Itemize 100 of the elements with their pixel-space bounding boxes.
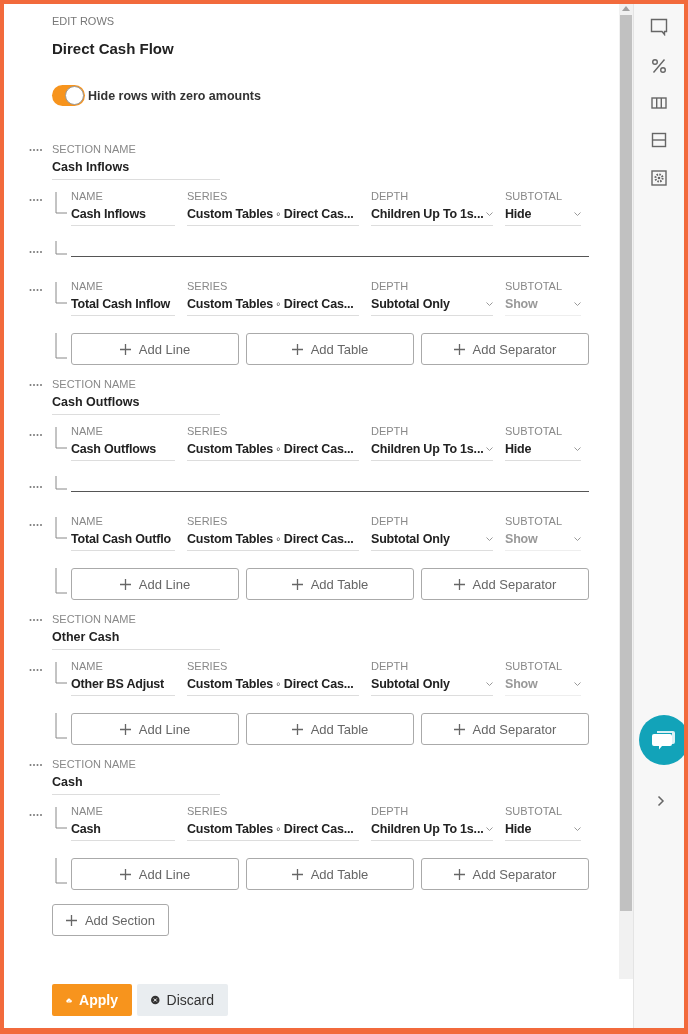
- field-value: Subtotal Only: [371, 676, 450, 693]
- section-name-field[interactable]: SECTION NAME Other Cash: [52, 612, 220, 650]
- plus-icon: [65, 914, 77, 926]
- input-field[interactable]: NAME Cash Inflows: [71, 189, 175, 226]
- comment-icon[interactable]: [650, 18, 668, 36]
- scrollbar[interactable]: [619, 4, 633, 979]
- panel-title: Direct Cash Flow: [52, 39, 174, 59]
- caret-icon: [486, 211, 493, 217]
- drag-handle-icon[interactable]: [29, 763, 43, 767]
- caret-icon: [486, 536, 493, 542]
- toggle-label: Hide rows with zero amounts: [88, 88, 261, 103]
- chevron-right-icon[interactable]: [657, 795, 665, 807]
- field-label: NAME: [71, 659, 104, 674]
- input-field[interactable]: NAME Cash: [71, 804, 175, 841]
- rows-icon[interactable]: [651, 132, 667, 148]
- toggle-switch[interactable]: [52, 85, 85, 106]
- input-field[interactable]: NAME Total Cash Outflo: [71, 514, 175, 551]
- drag-handle-icon[interactable]: [29, 618, 43, 622]
- drag-handle-icon[interactable]: [29, 250, 43, 254]
- dropdown-field[interactable]: SUBTOTAL Hide: [505, 424, 581, 461]
- input-field[interactable]: SERIES Custom Tables ◦ Direct Cas...: [187, 514, 359, 551]
- dropdown-field[interactable]: DEPTH Children Up To 1s...: [371, 424, 493, 461]
- field-label: SERIES: [187, 424, 229, 439]
- dropdown-field[interactable]: DEPTH Subtotal Only: [371, 514, 493, 551]
- field-label: DEPTH: [371, 659, 410, 674]
- scroll-up-arrow-icon[interactable]: [622, 6, 630, 11]
- dropdown-field[interactable]: SUBTOTAL Hide: [505, 189, 581, 226]
- field-label: DEPTH: [371, 514, 410, 529]
- drag-handle-icon[interactable]: [29, 485, 43, 489]
- drag-handle-icon[interactable]: [29, 198, 43, 202]
- dropdown-field[interactable]: DEPTH Subtotal Only: [371, 279, 493, 316]
- field-label: SECTION NAME: [52, 612, 137, 627]
- field-label: SUBTOTAL: [505, 659, 564, 674]
- add-button[interactable]: Add Separator: [421, 333, 589, 365]
- plus-icon: [119, 723, 131, 735]
- section-name-field[interactable]: SECTION NAME Cash Outflows: [52, 377, 220, 415]
- input-field[interactable]: NAME Other BS Adjust: [71, 659, 175, 696]
- input-field[interactable]: NAME Cash Outflows: [71, 424, 175, 461]
- tree-connector: [55, 807, 67, 829]
- field-value: Cash: [71, 821, 101, 838]
- discard-button[interactable]: Discard: [137, 984, 228, 1016]
- field-value: Total Cash Outflo: [71, 531, 171, 548]
- input-field[interactable]: NAME Total Cash Inflow: [71, 279, 175, 316]
- gear-icon[interactable]: [651, 170, 667, 186]
- caret-icon: [486, 301, 493, 307]
- percent-icon[interactable]: [651, 58, 667, 74]
- add-button[interactable]: Add Table: [246, 858, 414, 890]
- input-field[interactable]: SERIES Custom Tables ◦ Direct Cas...: [187, 804, 359, 841]
- field-value: Cash Outflows: [52, 394, 141, 411]
- field-value: Children Up To 1s...: [371, 206, 484, 223]
- drag-handle-icon[interactable]: [29, 813, 43, 817]
- drag-handle-icon[interactable]: [29, 383, 43, 387]
- close-icon: [151, 993, 160, 1007]
- add-button[interactable]: Add Separator: [421, 713, 589, 745]
- add-button[interactable]: Add Separator: [421, 568, 589, 600]
- add-button[interactable]: Add Line: [71, 713, 239, 745]
- chat-button[interactable]: [639, 715, 684, 765]
- input-field[interactable]: SERIES Custom Tables ◦ Direct Cas...: [187, 279, 359, 316]
- section-name-field[interactable]: SECTION NAME Cash Inflows: [52, 142, 220, 180]
- drag-handle-icon[interactable]: [29, 148, 43, 152]
- dropdown-field[interactable]: SUBTOTAL Hide: [505, 804, 581, 841]
- dropdown-field[interactable]: DEPTH Children Up To 1s...: [371, 189, 493, 226]
- field-label: DEPTH: [371, 279, 410, 294]
- field-value: Total Cash Inflow: [71, 296, 171, 313]
- add-button[interactable]: Add Table: [246, 713, 414, 745]
- add-button[interactable]: Add Line: [71, 858, 239, 890]
- add-button[interactable]: Add Separator: [421, 858, 589, 890]
- caret-icon: [574, 826, 581, 832]
- add-section-button[interactable]: Add Section: [52, 904, 169, 936]
- input-field[interactable]: SERIES Custom Tables ◦ Direct Cas...: [187, 424, 359, 461]
- plus-icon: [453, 723, 465, 735]
- field-value: Custom Tables ◦ Direct Cas...: [187, 206, 354, 223]
- field-value: Cash Inflows: [71, 206, 146, 223]
- drag-handle-icon[interactable]: [29, 288, 43, 292]
- dropdown-field[interactable]: DEPTH Subtotal Only: [371, 659, 493, 696]
- drag-handle-icon[interactable]: [29, 668, 43, 672]
- dropdown-field[interactable]: DEPTH Children Up To 1s...: [371, 804, 493, 841]
- tree-connector: [55, 241, 67, 255]
- add-button[interactable]: Add Table: [246, 333, 414, 365]
- add-button[interactable]: Add Line: [71, 568, 239, 600]
- add-button[interactable]: Add Table: [246, 568, 414, 600]
- separator-line[interactable]: [71, 490, 589, 492]
- section-name-field[interactable]: SECTION NAME Cash: [52, 757, 220, 795]
- input-field[interactable]: SERIES Custom Tables ◦ Direct Cas...: [187, 659, 359, 696]
- field-label: SUBTOTAL: [505, 279, 564, 294]
- drag-handle-icon[interactable]: [29, 523, 43, 527]
- columns-icon[interactable]: [651, 96, 667, 110]
- field-value: Show: [505, 296, 538, 313]
- field-value: Show: [505, 676, 538, 693]
- separator-line[interactable]: [71, 255, 589, 257]
- add-button[interactable]: Add Line: [71, 333, 239, 365]
- field-value: Hide: [505, 441, 532, 458]
- chat-bubble-icon: [651, 728, 677, 752]
- tree-connector: [55, 476, 67, 490]
- drag-handle-icon[interactable]: [29, 433, 43, 437]
- input-field[interactable]: SERIES Custom Tables ◦ Direct Cas...: [187, 189, 359, 226]
- field-value: Custom Tables ◦ Direct Cas...: [187, 821, 354, 838]
- tree-connector: [55, 858, 67, 884]
- field-value: Show: [505, 531, 538, 548]
- caret-icon: [574, 301, 581, 307]
